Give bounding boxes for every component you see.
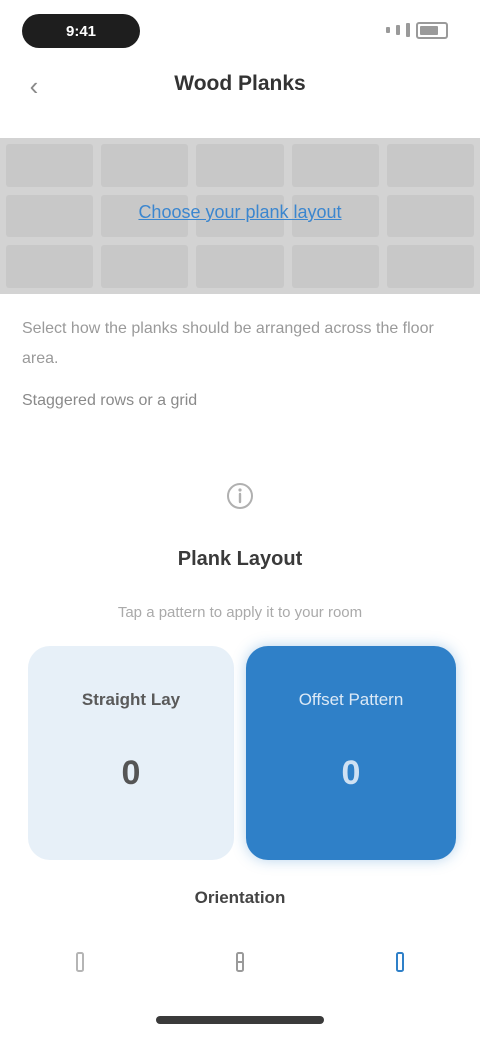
plank-tile — [291, 144, 379, 187]
description-subtext: Staggered rows or a grid — [22, 392, 198, 409]
battery-icon — [416, 21, 448, 39]
section-subtitle: Tap a pattern to apply it to your room — [117, 604, 363, 621]
signal-icon — [406, 23, 410, 37]
plank-tile — [386, 245, 474, 288]
plank-tile — [196, 245, 284, 288]
signal-icon — [396, 25, 400, 35]
plank-tile — [196, 144, 284, 187]
tab-horizontal[interactable] — [60, 940, 100, 984]
plank-tile — [101, 144, 189, 187]
info-icon — [227, 483, 253, 509]
signal-icon — [386, 27, 390, 33]
option-card-straight[interactable]: Straight Lay 0 — [28, 646, 234, 860]
status-bar: 9:41 — [0, 0, 480, 64]
option-value: 0 — [341, 754, 361, 792]
plank-tile — [101, 245, 189, 288]
plank-tile — [386, 144, 474, 187]
orientation-title: Orientation — [194, 888, 286, 907]
vertical-icon — [236, 952, 244, 972]
diagonal-icon — [396, 952, 404, 972]
banner-link[interactable]: Choose your plank layout — [0, 202, 480, 223]
status-icons — [386, 20, 448, 40]
info-button[interactable] — [222, 478, 258, 514]
description-text: Select how the planks should be arranged… — [22, 320, 434, 367]
horizontal-icon — [76, 952, 84, 972]
navigation-bar: ‹ Wood Planks — [0, 58, 480, 112]
layout-preview-banner: Choose your plank layout — [0, 138, 480, 294]
option-card-offset[interactable]: Offset Pattern 0 — [246, 646, 456, 860]
tab-diagonal[interactable] — [380, 940, 420, 984]
orientation-tabs — [0, 932, 480, 992]
home-indicator — [156, 1016, 324, 1024]
section-title: Plank Layout — [177, 548, 303, 570]
option-label: Offset Pattern — [298, 690, 404, 709]
option-value: 0 — [121, 754, 141, 792]
page-title: Wood Planks — [174, 72, 306, 95]
option-label: Straight Lay — [81, 690, 181, 709]
plank-tile — [6, 144, 94, 187]
tab-vertical[interactable] — [220, 940, 260, 984]
plank-tile — [291, 245, 379, 288]
plank-tile — [6, 245, 94, 288]
status-time: 9:41 — [22, 14, 140, 48]
